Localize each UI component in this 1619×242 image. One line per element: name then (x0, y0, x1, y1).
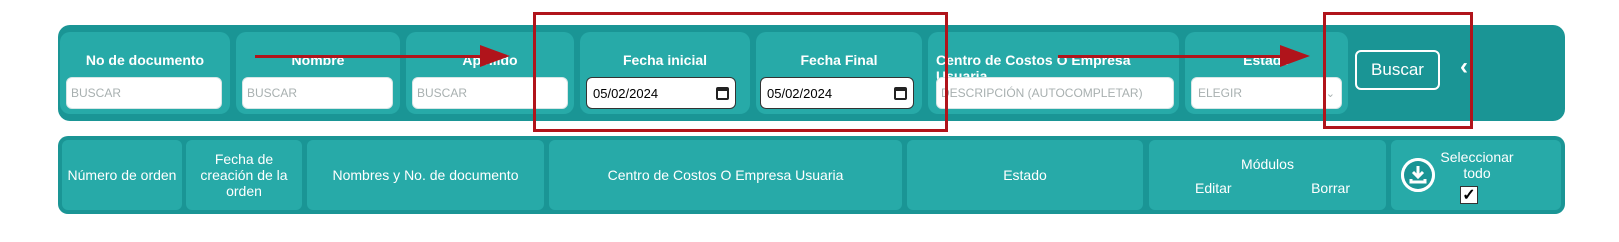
annotation-arrowhead-2 (1280, 45, 1310, 67)
annotation-arrowhead-1 (480, 45, 510, 67)
centro-autocomplete-input[interactable] (936, 77, 1174, 109)
column-estado: Estado (907, 140, 1143, 210)
borrar-label: Borrar (1311, 180, 1350, 196)
column-modulos: Módulos Editar Borrar (1149, 140, 1386, 210)
filter-nombre: Nombre (236, 32, 400, 114)
filter-documento-label: No de documento (85, 52, 205, 68)
annotation-arrow-1 (255, 55, 485, 58)
select-all-checkbox[interactable]: ✓ (1460, 186, 1478, 204)
table-header: Número de orden Fecha de creación de la … (58, 136, 1565, 214)
column-seleccionar: Seleccionar todo ✓ (1391, 140, 1561, 210)
documento-search-input[interactable] (66, 77, 222, 109)
filter-documento: No de documento (60, 32, 230, 114)
download-icon[interactable] (1401, 158, 1435, 192)
annotation-buscar-box (1323, 12, 1473, 129)
column-nombres: Nombres y No. de documento (307, 140, 544, 210)
modulos-label: Módulos (1241, 156, 1294, 172)
column-centro: Centro de Costos O Empresa Usuaria (549, 140, 902, 210)
filter-centro: Centro de Costos O Empresa Usuaria (928, 32, 1179, 114)
column-fecha-creacion: Fecha de creación de la orden (186, 140, 302, 210)
column-numero-orden: Número de orden (62, 140, 182, 210)
nombre-search-input[interactable] (242, 77, 393, 109)
estado-selected-value: ELEGIR (1198, 86, 1243, 100)
estado-select[interactable]: ELEGIR ⌄ (1191, 77, 1342, 109)
annotation-arrow-2 (1058, 55, 1283, 58)
editar-label: Editar (1195, 180, 1232, 196)
annotation-date-box (533, 12, 948, 132)
seleccionar-todo-label: Seleccionar todo (1440, 149, 1514, 181)
